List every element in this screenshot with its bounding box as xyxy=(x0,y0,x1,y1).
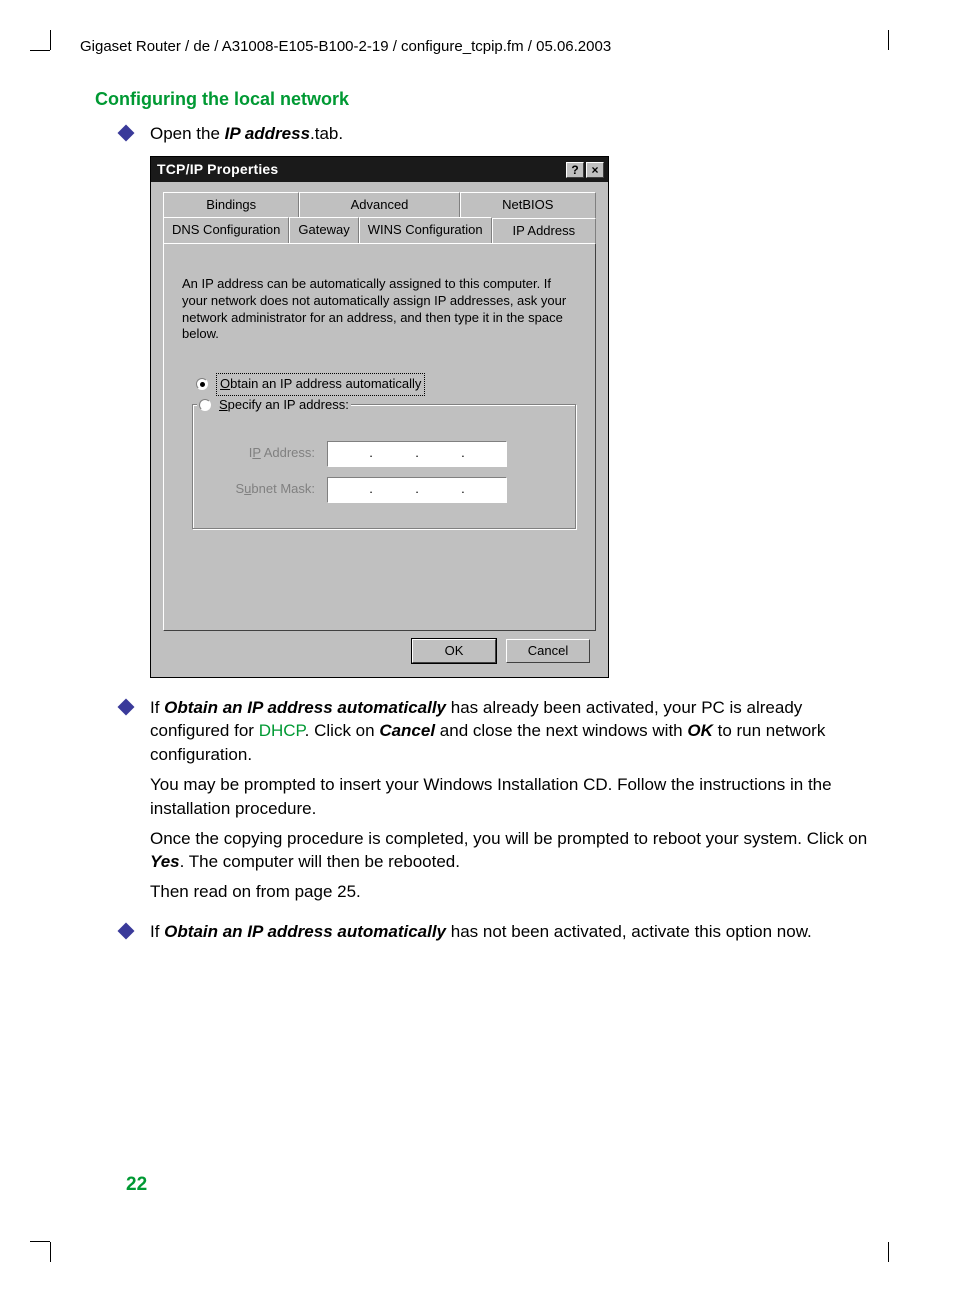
subnet-mask-input[interactable]: ... xyxy=(327,477,507,503)
header-path: Gigaset Router / de / A31008-E105-B100-2… xyxy=(80,36,874,57)
dialog-titlebar: TCP/IP Properties ? × xyxy=(151,157,608,183)
crop-mark xyxy=(30,1241,50,1242)
help-button[interactable]: ? xyxy=(566,162,584,178)
bullet-icon xyxy=(118,125,135,142)
radio-icon[interactable] xyxy=(199,399,211,411)
bullet-open-ip-tab: Open the IP address.tab. xyxy=(150,122,874,146)
tab-panel-ip-address: An IP address can be automatically assig… xyxy=(163,243,596,631)
crop-mark xyxy=(50,1242,51,1262)
section-title: Configuring the local network xyxy=(95,87,349,112)
bullet-dhcp-info: If Obtain an IP address automatically ha… xyxy=(150,696,874,910)
dhcp-link[interactable]: DHCP xyxy=(259,721,305,740)
tab-wins-configuration[interactable]: WINS Configuration xyxy=(359,217,492,243)
bullet-activate-now: If Obtain an IP address automatically ha… xyxy=(150,920,874,944)
radio-icon xyxy=(196,378,208,390)
radio-label: Obtain an IP address automatically xyxy=(216,373,425,395)
crop-mark xyxy=(30,50,50,51)
ok-button[interactable]: OK xyxy=(412,639,496,663)
bullet-icon xyxy=(118,698,135,715)
bullet-icon xyxy=(118,922,135,939)
subnet-mask-label: Subnet Mask: xyxy=(209,480,315,498)
specify-ip-groupbox: Specify an IP address: IP Address: ... S… xyxy=(192,404,577,530)
tab-advanced[interactable]: Advanced xyxy=(299,192,459,217)
page-number: 22 xyxy=(126,1172,147,1199)
crop-mark xyxy=(888,30,889,50)
radio-specify-label[interactable]: Specify an IP address: xyxy=(219,396,349,414)
ip-address-input[interactable]: ... xyxy=(327,441,507,467)
crop-mark xyxy=(888,1242,889,1262)
tab-netbios[interactable]: NetBIOS xyxy=(460,192,596,217)
tab-dns-configuration[interactable]: DNS Configuration xyxy=(163,217,289,243)
tab-gateway[interactable]: Gateway xyxy=(289,217,358,243)
cancel-button[interactable]: Cancel xyxy=(506,639,590,663)
radio-obtain-auto[interactable]: Obtain an IP address automatically xyxy=(196,373,577,395)
tcpip-properties-dialog: TCP/IP Properties ? × Bindings Advanced … xyxy=(150,156,609,678)
tab-ip-address[interactable]: IP Address xyxy=(492,218,596,244)
panel-description: An IP address can be automatically assig… xyxy=(182,276,577,344)
tab-bindings[interactable]: Bindings xyxy=(163,192,299,217)
dialog-title: TCP/IP Properties xyxy=(155,160,564,180)
ip-address-label: IP Address: xyxy=(209,444,315,462)
crop-mark xyxy=(50,30,51,50)
close-button[interactable]: × xyxy=(586,162,604,178)
